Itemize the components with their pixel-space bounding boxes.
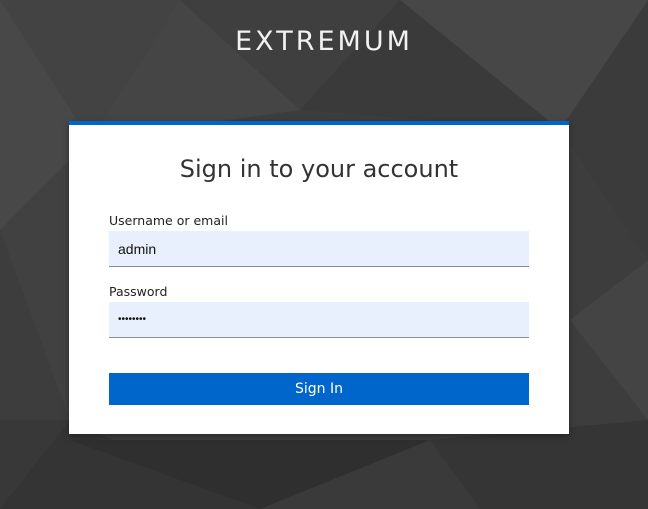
username-label: Username or email bbox=[109, 213, 228, 228]
password-input[interactable] bbox=[109, 302, 529, 338]
login-card: Sign in to your account Username or emai… bbox=[69, 121, 569, 434]
sign-in-button[interactable]: Sign In bbox=[109, 373, 529, 405]
password-label: Password bbox=[109, 284, 168, 299]
brand-title: EXTREMUM bbox=[235, 26, 413, 57]
username-input[interactable] bbox=[109, 231, 529, 267]
login-title: Sign in to your account bbox=[179, 155, 459, 183]
